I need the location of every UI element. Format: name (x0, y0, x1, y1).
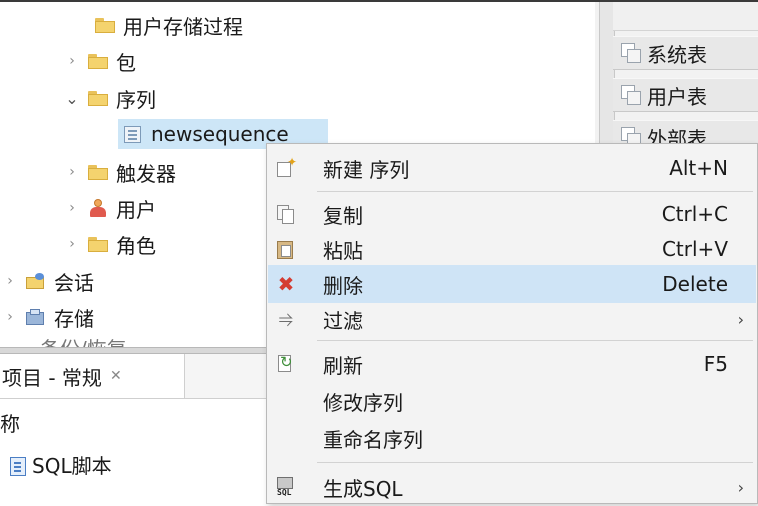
folder-icon (88, 164, 108, 180)
menu-item-filter[interactable]: ⥤ 过滤 › (268, 300, 756, 338)
sql-icon (276, 477, 296, 497)
user-icon (88, 199, 108, 217)
refresh-icon (276, 353, 296, 374)
submenu-arrow-icon: › (737, 477, 744, 497)
new-icon (276, 155, 297, 178)
table-category-user[interactable]: 用户表 (613, 78, 758, 112)
menu-item-label: 生成SQL (323, 476, 403, 501)
menu-item-label: 删除 (323, 273, 363, 298)
chevron-right-icon[interactable]: › (2, 309, 18, 325)
menu-item-label: 粘贴 (323, 238, 363, 263)
tree-item-roles[interactable]: › 角色 (64, 229, 156, 259)
tree-item-users[interactable]: › 用户 (64, 193, 156, 223)
menu-item-accelerator: Alt+N (669, 156, 728, 180)
menu-separator (317, 462, 753, 463)
chevron-right-icon[interactable]: › (2, 273, 18, 289)
tree-item-label: 触发器 (116, 161, 176, 186)
paste-icon (276, 239, 296, 259)
tree-item-triggers[interactable]: › 触发器 (64, 157, 176, 187)
context-menu: 新建 序列 Alt+N 复制 Ctrl+C 粘贴 Ctrl+V ✖ 删除 Del… (266, 143, 758, 504)
tree-item-user-procedures[interactable]: 用户存储过程 (95, 10, 243, 40)
menu-item-copy[interactable]: 复制 Ctrl+C (268, 195, 756, 233)
table-category-system[interactable]: 系统表 (613, 36, 758, 70)
table-icon (621, 85, 643, 105)
menu-item-generate-sql[interactable]: 生成SQL › (268, 468, 756, 506)
menu-item-accelerator: F5 (703, 352, 728, 376)
session-icon (26, 272, 46, 290)
menu-item-label: 修改序列 (323, 390, 403, 415)
panel-header (613, 2, 758, 31)
filter-icon: ⥤ (278, 308, 294, 329)
menu-item-delete[interactable]: ✖ 删除 Delete (268, 265, 756, 303)
tree-item-storage[interactable]: › 存储 (2, 302, 94, 332)
sequence-icon (124, 125, 141, 143)
tree-item-label: 包 (116, 50, 136, 75)
menu-item-accelerator: Ctrl+V (661, 237, 728, 261)
tree-item-label: 存储 (54, 306, 94, 331)
tree-item-backup-cutoff[interactable]: 备份/恢复 (20, 334, 200, 348)
folder-icon (88, 53, 108, 69)
tree-item-label: 角色 (116, 233, 156, 258)
chevron-right-icon[interactable]: › (64, 200, 80, 216)
tree-item-label: 会话 (54, 270, 94, 295)
menu-item-paste[interactable]: 粘贴 Ctrl+V (268, 230, 756, 268)
folder-icon (88, 236, 108, 252)
menu-item-label: 重命名序列 (323, 427, 423, 452)
chevron-right-icon[interactable]: › (64, 53, 80, 69)
table-category-label: 用户表 (647, 84, 707, 109)
storage-icon (26, 308, 46, 326)
menu-item-label: 刷新 (323, 353, 363, 378)
chevron-down-icon[interactable]: ⌄ (64, 89, 80, 108)
table-category-label: 系统表 (647, 42, 707, 67)
folder-icon (88, 90, 108, 106)
chevron-right-icon[interactable]: › (64, 164, 80, 180)
menu-separator (317, 340, 753, 341)
sql-script-item[interactable]: SQL脚本 (10, 450, 112, 479)
menu-item-accelerator: Ctrl+C (661, 202, 728, 226)
menu-separator (317, 191, 753, 192)
menu-item-accelerator: Delete (662, 272, 728, 296)
tree-item-sequences[interactable]: ⌄ 序列 (64, 83, 156, 113)
folder-icon (95, 17, 115, 33)
menu-item-label: 过滤 (323, 308, 363, 333)
submenu-arrow-icon: › (737, 309, 744, 329)
project-tab-bar: 项目 - 常规 ✕ (0, 354, 270, 399)
name-label: 称 (0, 412, 20, 436)
menu-item-label: 复制 (323, 203, 363, 228)
sql-script-icon (10, 457, 26, 476)
tree-item-packages[interactable]: › 包 (64, 46, 136, 76)
menu-item-modify-sequence[interactable]: 修改序列 (268, 382, 756, 420)
menu-item-refresh[interactable]: 刷新 F5 (268, 345, 756, 383)
close-icon[interactable]: ✕ (110, 368, 122, 384)
tree-item-label: 序列 (116, 87, 156, 112)
tab-project-general[interactable]: 项目 - 常规 ✕ (0, 354, 185, 398)
menu-item-new-sequence[interactable]: 新建 序列 Alt+N (268, 149, 756, 187)
panel-splitter[interactable] (0, 347, 270, 354)
sql-script-label: SQL脚本 (32, 454, 112, 478)
copy-icon (276, 204, 296, 224)
tree-item-label: 用户 (116, 197, 156, 222)
tree-item-sessions[interactable]: › 会话 (2, 266, 94, 296)
table-icon (621, 43, 643, 63)
tree-item-label: 用户存储过程 (123, 14, 243, 39)
tab-label: 项目 - 常规 (2, 365, 102, 390)
delete-icon: ✖ (277, 272, 295, 296)
menu-item-rename-sequence[interactable]: 重命名序列 (268, 419, 756, 457)
menu-item-label: 新建 序列 (323, 157, 410, 182)
chevron-right-icon[interactable]: › (64, 236, 80, 252)
